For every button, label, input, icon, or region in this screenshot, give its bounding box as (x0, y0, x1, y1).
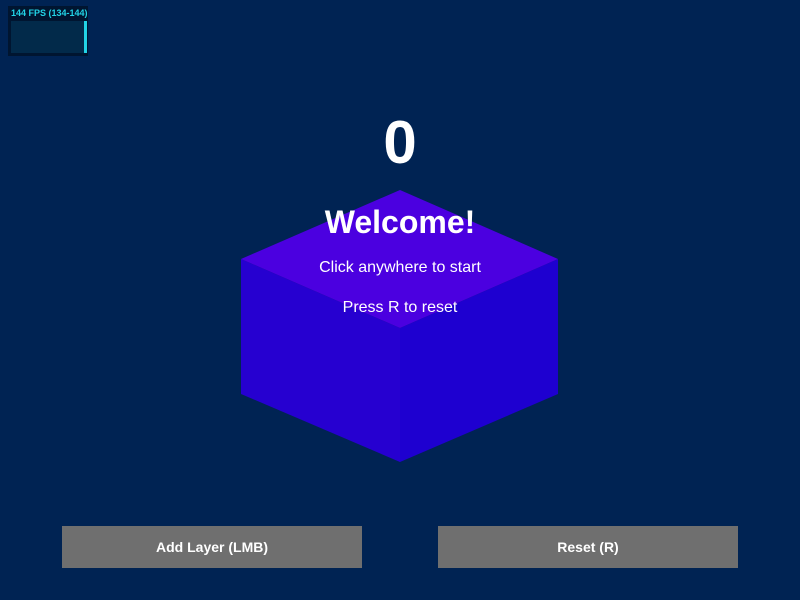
reset-hint: Press R to reset (342, 299, 458, 316)
start-hint: Click anywhere to start (319, 259, 481, 276)
reset-button[interactable]: Reset (R) (438, 526, 738, 568)
game-canvas[interactable]: 144 FPS (134-144) 0 Welcome! Click anywh… (0, 0, 800, 600)
add-layer-button[interactable]: Add Layer (LMB) (62, 526, 362, 568)
score-counter: 0 (383, 109, 417, 176)
welcome-title: Welcome! (324, 204, 476, 240)
